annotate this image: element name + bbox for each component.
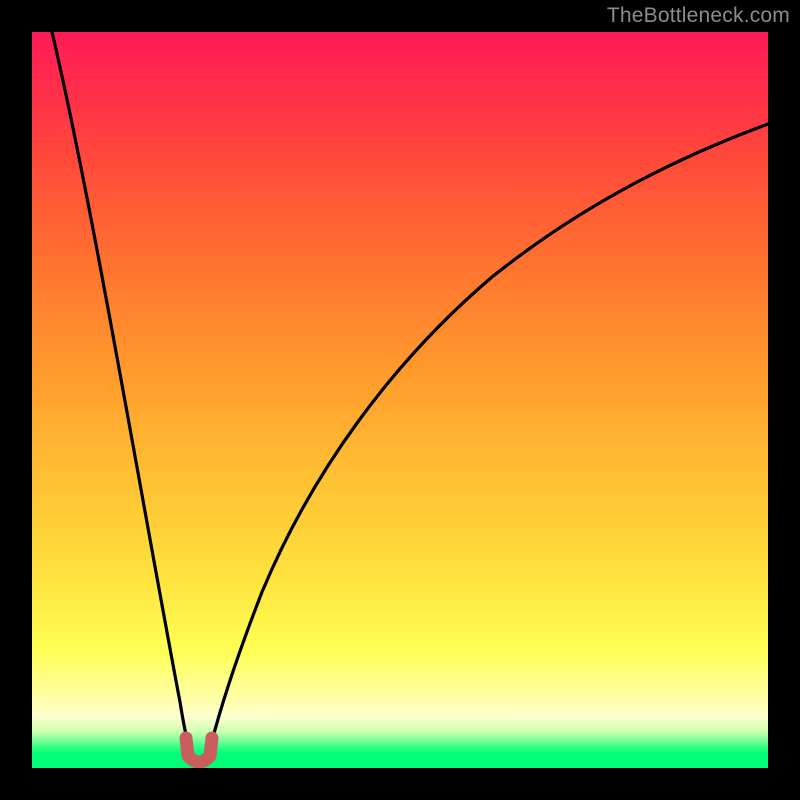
gradient-plot-area (32, 32, 768, 768)
watermark-text: TheBottleneck.com (607, 4, 790, 28)
